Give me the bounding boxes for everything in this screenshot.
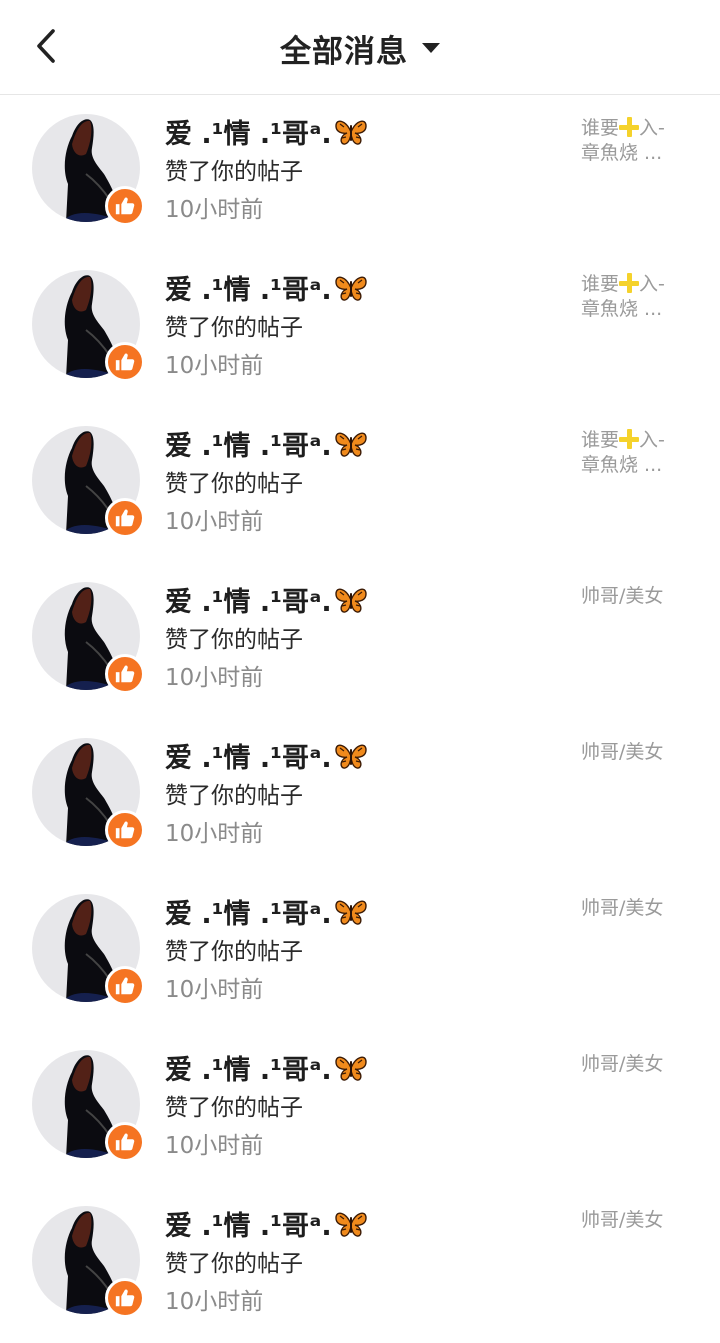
thumbs-up-icon <box>115 821 135 839</box>
like-badge <box>105 654 145 694</box>
thumbs-up-icon <box>115 1133 135 1151</box>
like-badge <box>105 186 145 226</box>
thumbs-up-icon <box>115 977 135 995</box>
action-text: 赞了你的帖子 <box>165 159 303 185</box>
notification-item[interactable]: 爱 .¹情 .¹哥ᵃ. 赞了你的帖子 10小时前 谁要 入- 章魚烧 ... <box>0 251 720 407</box>
notification-item[interactable]: 爱 .¹情 .¹哥ᵃ. 赞了你的帖子 10小时前 帅哥/美女 <box>0 1187 720 1343</box>
post-title-line1: 帅哥/美女 <box>581 1053 664 1075</box>
post-reference[interactable]: 帅哥/美女 <box>581 1208 691 1233</box>
message-filter-dropdown[interactable]: 全部消息 <box>0 26 720 70</box>
plus-emoji-icon <box>619 429 640 449</box>
action-text: 赞了你的帖子 <box>165 939 303 965</box>
post-title-line1: 帅哥/美女 <box>581 741 664 763</box>
butterfly-icon <box>334 120 367 145</box>
plus-emoji-icon <box>619 117 640 137</box>
avatar[interactable] <box>32 1050 145 1162</box>
butterfly-icon <box>334 900 367 925</box>
user-name[interactable]: 爱 .¹情 .¹哥ᵃ. <box>165 736 368 775</box>
action-text: 赞了你的帖子 <box>165 783 303 809</box>
user-name[interactable]: 爱 .¹情 .¹哥ᵃ. <box>165 892 368 931</box>
like-badge <box>105 498 145 538</box>
thumbs-up-icon <box>115 665 135 683</box>
post-title-line2: 章魚烧 ... <box>581 142 663 164</box>
timestamp: 10小时前 <box>165 821 264 847</box>
timestamp: 10小时前 <box>165 353 264 379</box>
notification-list: 爱 .¹情 .¹哥ᵃ. 赞了你的帖子 10小时前 谁要 入- 章魚烧 ... 爱… <box>0 95 720 1343</box>
user-name-text: 爱 .¹情 .¹哥ᵃ. <box>165 119 332 150</box>
user-name-text: 爱 .¹情 .¹哥ᵃ. <box>165 587 332 618</box>
timestamp: 10小时前 <box>165 665 264 691</box>
post-title-line2: 章魚烧 ... <box>581 298 663 320</box>
thumbs-up-icon <box>115 1289 135 1307</box>
avatar[interactable] <box>32 894 145 1006</box>
user-name[interactable]: 爱 .¹情 .¹哥ᵃ. <box>165 1204 368 1243</box>
notification-item[interactable]: 爱 .¹情 .¹哥ᵃ. 赞了你的帖子 10小时前 帅哥/美女 <box>0 1031 720 1187</box>
notification-item[interactable]: 爱 .¹情 .¹哥ᵃ. 赞了你的帖子 10小时前 帅哥/美女 <box>0 719 720 875</box>
top-bar: 全部消息 <box>0 0 720 95</box>
user-name-text: 爱 .¹情 .¹哥ᵃ. <box>165 275 332 306</box>
user-name[interactable]: 爱 .¹情 .¹哥ᵃ. <box>165 580 368 619</box>
action-text: 赞了你的帖子 <box>165 315 303 341</box>
action-text: 赞了你的帖子 <box>165 471 303 497</box>
user-name-text: 爱 .¹情 .¹哥ᵃ. <box>165 1055 332 1086</box>
notification-item[interactable]: 爱 .¹情 .¹哥ᵃ. 赞了你的帖子 10小时前 谁要 入- 章魚烧 ... <box>0 95 720 251</box>
user-name[interactable]: 爱 .¹情 .¹哥ᵃ. <box>165 112 368 151</box>
butterfly-icon <box>334 276 367 301</box>
post-reference[interactable]: 谁要 入- 章魚烧 ... <box>581 116 691 166</box>
post-title-line2: 章魚烧 ... <box>581 454 663 476</box>
post-reference[interactable]: 帅哥/美女 <box>581 740 691 765</box>
butterfly-icon <box>334 588 367 613</box>
user-name[interactable]: 爱 .¹情 .¹哥ᵃ. <box>165 268 368 307</box>
timestamp: 10小时前 <box>165 509 264 535</box>
butterfly-icon <box>334 432 367 457</box>
user-name-text: 爱 .¹情 .¹哥ᵃ. <box>165 899 332 930</box>
post-reference[interactable]: 谁要 入- 章魚烧 ... <box>581 272 691 322</box>
post-title-line1: 帅哥/美女 <box>581 897 664 919</box>
post-reference[interactable]: 帅哥/美女 <box>581 1052 691 1077</box>
like-badge <box>105 342 145 382</box>
notification-item[interactable]: 爱 .¹情 .¹哥ᵃ. 赞了你的帖子 10小时前 谁要 入- 章魚烧 ... <box>0 407 720 563</box>
like-badge <box>105 966 145 1006</box>
butterfly-icon <box>334 1212 367 1237</box>
post-title-line1: 谁要 入- <box>581 273 665 295</box>
timestamp: 10小时前 <box>165 197 264 223</box>
post-title-line1: 谁要 入- <box>581 117 665 139</box>
timestamp: 10小时前 <box>165 977 264 1003</box>
thumbs-up-icon <box>115 353 135 371</box>
thumbs-up-icon <box>115 197 135 215</box>
like-badge <box>105 810 145 850</box>
thumbs-up-icon <box>115 509 135 527</box>
avatar[interactable] <box>32 738 145 850</box>
user-name[interactable]: 爱 .¹情 .¹哥ᵃ. <box>165 1048 368 1087</box>
caret-down-icon <box>422 43 440 53</box>
post-title-line1: 帅哥/美女 <box>581 1209 664 1231</box>
page-title: 全部消息 <box>280 33 408 70</box>
avatar[interactable] <box>32 426 145 538</box>
avatar[interactable] <box>32 114 145 226</box>
notification-item[interactable]: 爱 .¹情 .¹哥ᵃ. 赞了你的帖子 10小时前 帅哥/美女 <box>0 563 720 719</box>
user-name-text: 爱 .¹情 .¹哥ᵃ. <box>165 431 332 462</box>
action-text: 赞了你的帖子 <box>165 1095 303 1121</box>
post-title-line1: 帅哥/美女 <box>581 585 664 607</box>
avatar[interactable] <box>32 582 145 694</box>
notification-item[interactable]: 爱 .¹情 .¹哥ᵃ. 赞了你的帖子 10小时前 帅哥/美女 <box>0 875 720 1031</box>
timestamp: 10小时前 <box>165 1133 264 1159</box>
user-name-text: 爱 .¹情 .¹哥ᵃ. <box>165 1211 332 1242</box>
post-reference[interactable]: 帅哥/美女 <box>581 896 691 921</box>
timestamp: 10小时前 <box>165 1289 264 1315</box>
plus-emoji-icon <box>619 273 640 293</box>
action-text: 赞了你的帖子 <box>165 1251 303 1277</box>
user-name[interactable]: 爱 .¹情 .¹哥ᵃ. <box>165 424 368 463</box>
avatar[interactable] <box>32 270 145 382</box>
action-text: 赞了你的帖子 <box>165 627 303 653</box>
butterfly-icon <box>334 1056 367 1081</box>
like-badge <box>105 1278 145 1318</box>
user-name-text: 爱 .¹情 .¹哥ᵃ. <box>165 743 332 774</box>
butterfly-icon <box>334 744 367 769</box>
like-badge <box>105 1122 145 1162</box>
avatar[interactable] <box>32 1206 145 1318</box>
post-title-line1: 谁要 入- <box>581 429 665 451</box>
post-reference[interactable]: 谁要 入- 章魚烧 ... <box>581 428 691 478</box>
post-reference[interactable]: 帅哥/美女 <box>581 584 691 609</box>
